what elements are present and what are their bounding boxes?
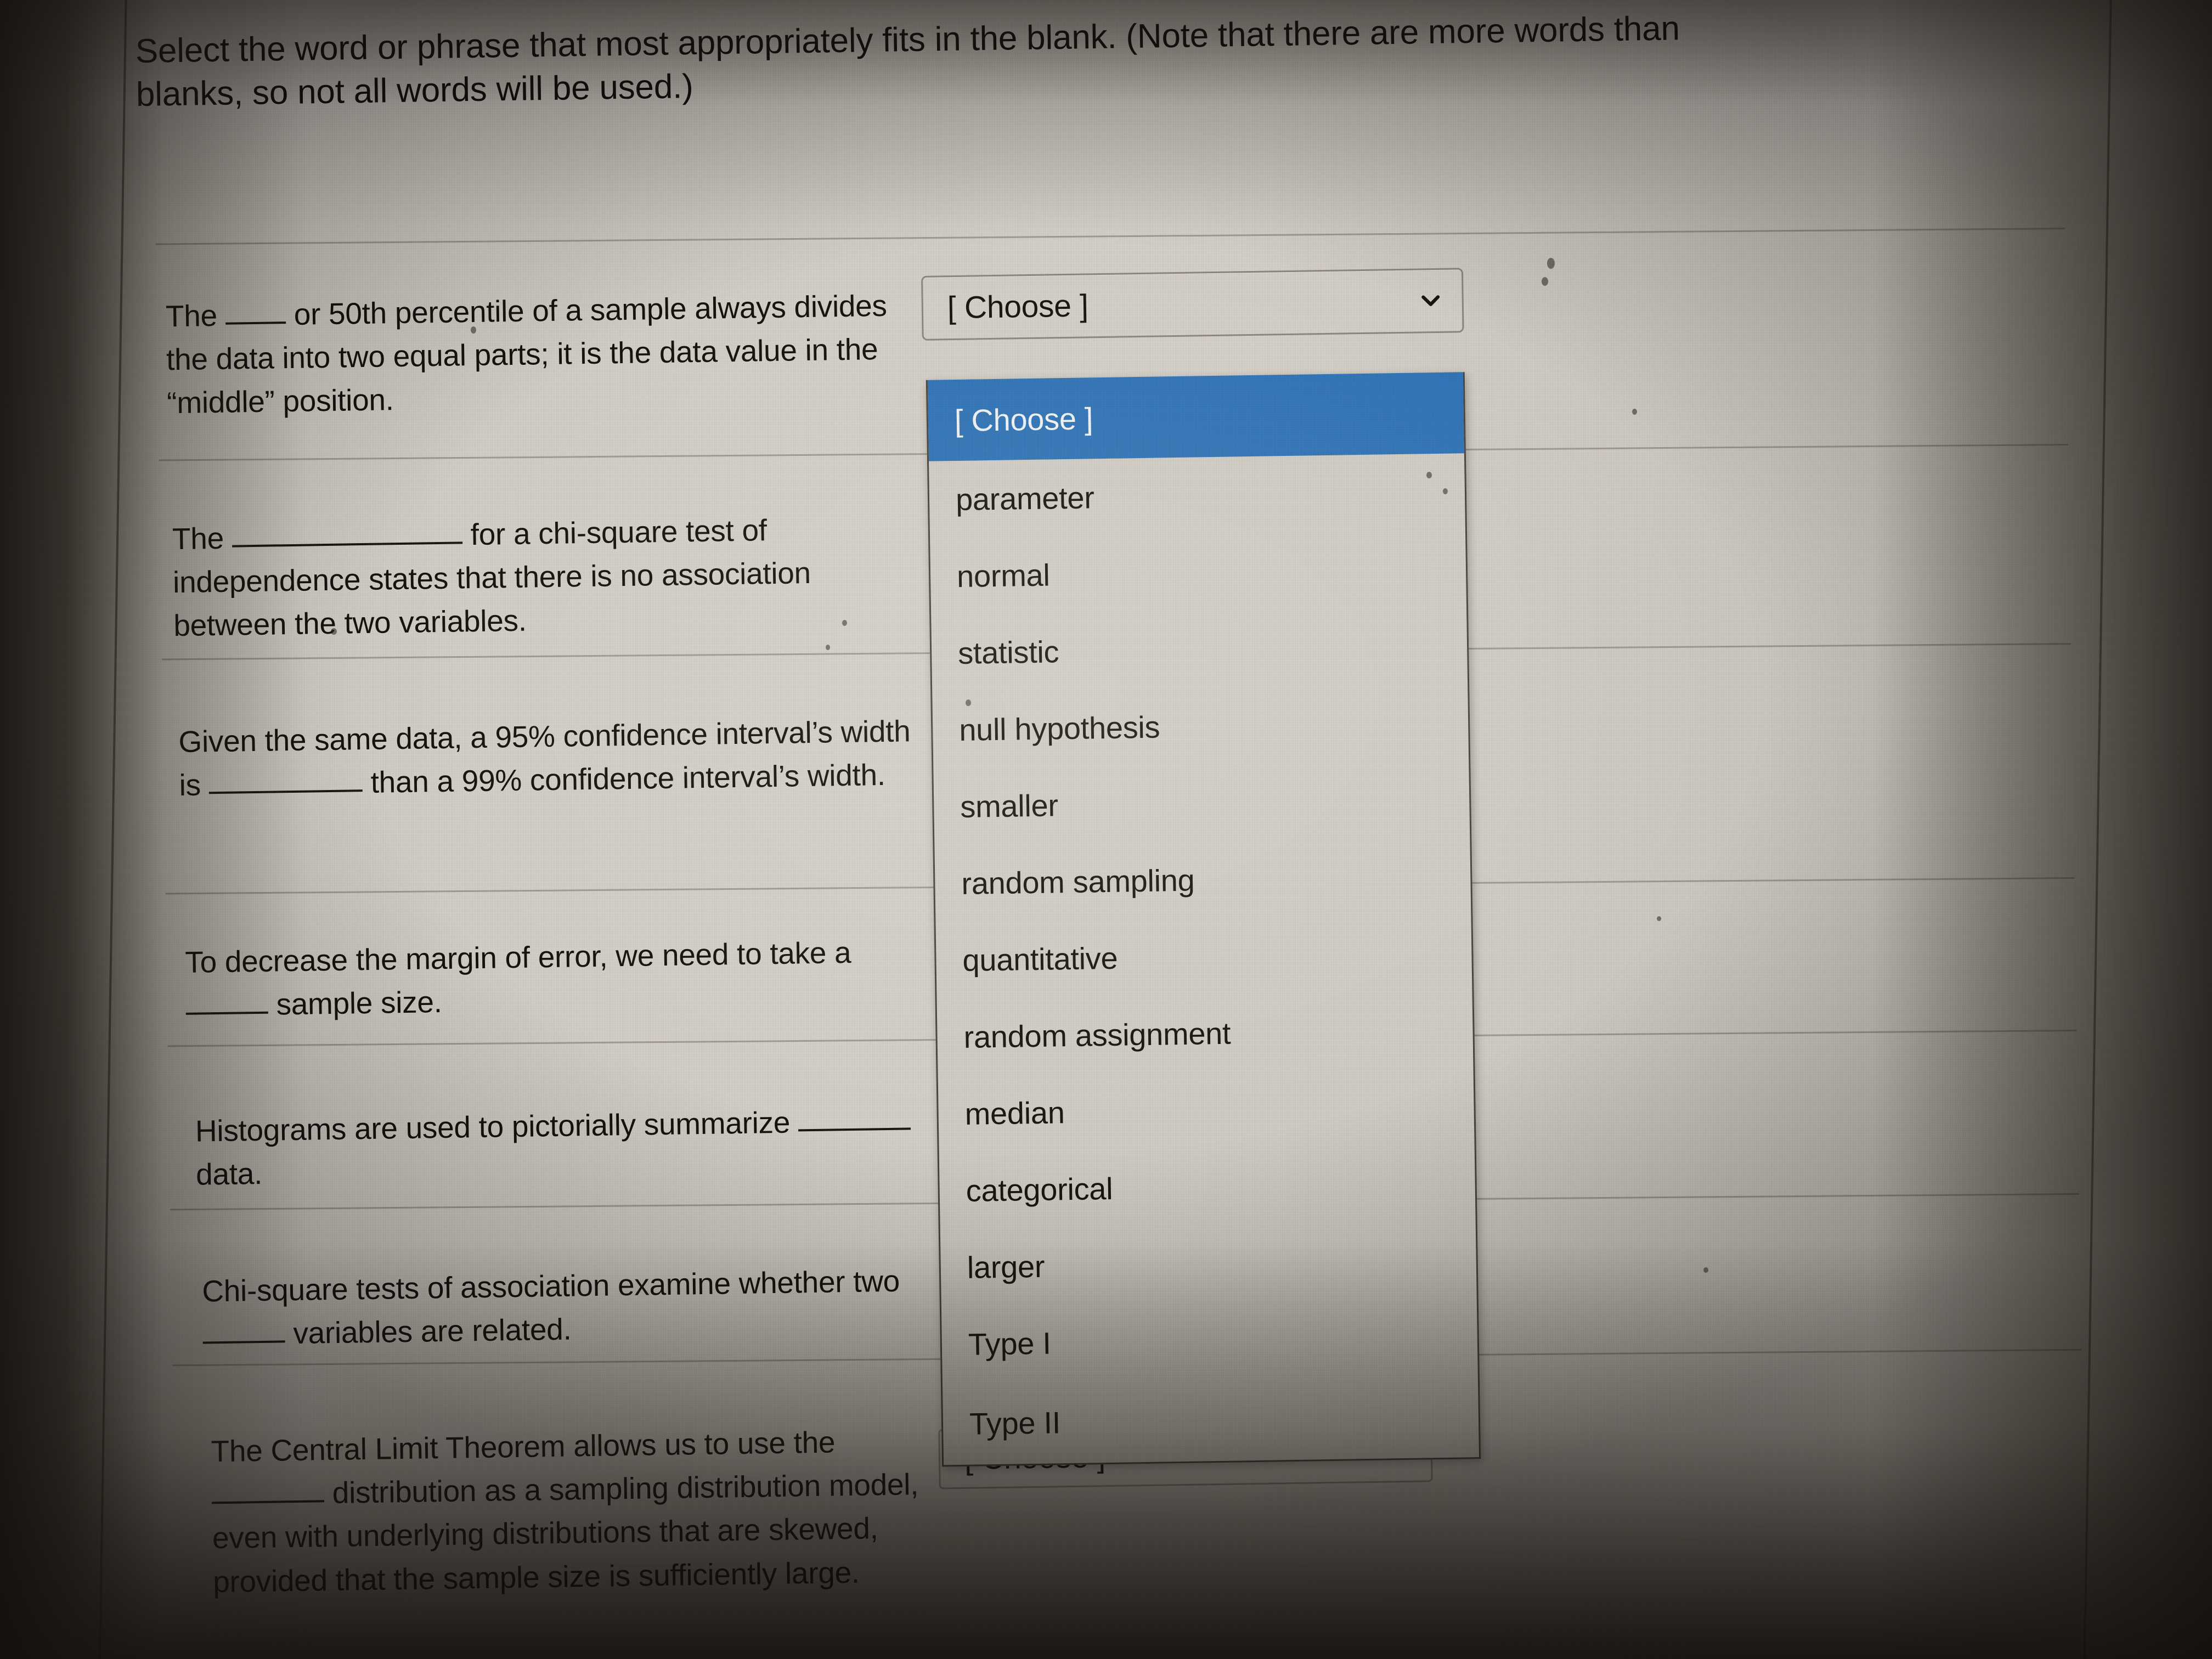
dropdown-option[interactable]: random sampling — [934, 837, 1471, 922]
answer-blank — [202, 1323, 285, 1344]
question-row: The for a chi-square test of independenc… — [172, 506, 909, 647]
dropdown-option[interactable]: Type I — [941, 1298, 1478, 1383]
dropdown-option[interactable]: normal — [930, 530, 1466, 614]
answer-blank — [225, 304, 286, 325]
question-text-before: To decrease the margin of error, we need… — [184, 935, 851, 979]
dropdown-option[interactable]: larger — [940, 1221, 1477, 1306]
question-text-after: sample size. — [276, 985, 443, 1022]
question-row: The or 50th percentile of a sample alway… — [165, 284, 902, 425]
question-row: Chi-square tests of association examine … — [202, 1259, 933, 1357]
question-text-before: Chi-square tests of association examine … — [201, 1263, 900, 1308]
page-title: Select the word or phrase that most appr… — [135, 1, 2056, 117]
dropdown-option[interactable]: null hypothesis — [932, 684, 1469, 768]
answer-blank — [208, 772, 363, 794]
answer-blank — [211, 1482, 325, 1504]
row-divider — [155, 228, 2065, 245]
question-text-after: variables are related. — [292, 1312, 572, 1351]
question-row: Histograms are used to pictorially summa… — [195, 1099, 926, 1197]
select-dropdown-list[interactable]: [ Choose ] parameter normal statistic nu… — [926, 372, 1481, 1467]
photographed-screen: Select the word or phrase that most appr… — [0, 0, 2212, 1659]
dropdown-option[interactable]: categorical — [939, 1144, 1476, 1229]
dropdown-option[interactable]: smaller — [933, 760, 1470, 845]
question-text-before: The — [172, 521, 224, 556]
dropdown-option[interactable]: parameter — [929, 453, 1465, 538]
select-value: [ Choose ] — [947, 288, 1089, 326]
answer-blank — [232, 524, 463, 548]
answer-select-primary[interactable]: [ Choose ] — [921, 268, 1464, 341]
quiz-page: Select the word or phrase that most appr… — [0, 0, 2212, 1659]
dropdown-option[interactable]: Type II — [943, 1375, 1479, 1465]
dropdown-option[interactable]: [ Choose ] — [927, 372, 1464, 461]
dropdown-option[interactable]: random assignment — [937, 991, 1474, 1075]
question-text-before: The Central Limit Theorem allows us to u… — [211, 1425, 836, 1469]
question-text-after: data. — [195, 1156, 263, 1192]
question-row: Given the same data, a 95% confidence in… — [178, 709, 920, 807]
question-text-after: than a 99% confidence interval’s width. — [370, 758, 886, 800]
chevron-down-icon[interactable] — [1418, 288, 1443, 314]
dropdown-option[interactable]: statistic — [931, 607, 1468, 691]
answer-blank — [185, 994, 268, 1015]
dropdown-option[interactable]: median — [938, 1068, 1475, 1152]
question-text-before: The — [165, 298, 218, 334]
question-row: To decrease the margin of error, we need… — [185, 930, 921, 1028]
question-text-before: Histograms are used to pictorially summa… — [195, 1105, 791, 1148]
dropdown-option[interactable]: quantitative — [935, 914, 1472, 998]
answer-blank — [798, 1110, 911, 1132]
question-row: The Central Limit Theorem allows us to u… — [211, 1419, 938, 1604]
